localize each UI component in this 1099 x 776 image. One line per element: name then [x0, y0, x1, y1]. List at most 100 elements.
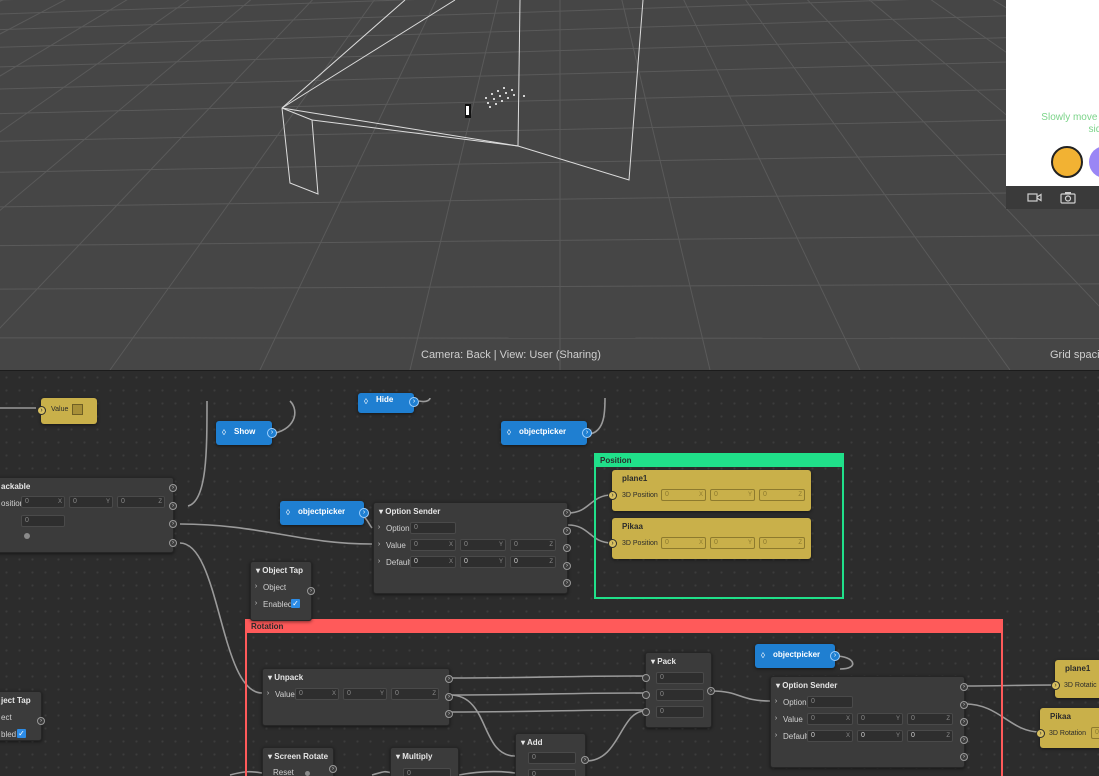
- object-tap-node[interactable]: ▾ Object Tap › Object › Enabled ✓ ›: [250, 561, 315, 621]
- plane1-rotation-port[interactable]: ›: [1051, 681, 1060, 690]
- hide-output-port[interactable]: ›: [409, 397, 419, 407]
- pack-output[interactable]: ›: [707, 687, 715, 695]
- pack-in-z[interactable]: [642, 708, 650, 716]
- enabled-checkbox[interactable]: ✓: [291, 599, 300, 608]
- option-sender-out-4[interactable]: ›: [563, 562, 571, 570]
- trackable-out-3[interactable]: ›: [169, 520, 177, 528]
- camera-capture-icon[interactable]: [1060, 191, 1076, 204]
- unpack-node[interactable]: ▾ Unpack › Value 0X 0Y 0Z › › ›: [262, 668, 453, 726]
- option-input-port[interactable]: ›: [772, 698, 780, 706]
- trackable-node[interactable]: ackable osition 0X 0Y 0Z 0 › › › ›: [0, 477, 177, 553]
- pizza-effect-icon[interactable]: [1051, 146, 1083, 178]
- objectpicker-patch-top[interactable]: ◊ objectpicker ›: [501, 421, 592, 445]
- default-z-field[interactable]: 0Z: [907, 730, 953, 742]
- plane1-z-field[interactable]: 0Z: [759, 489, 805, 501]
- option-sender-out-2[interactable]: ›: [563, 527, 571, 535]
- video-camera-icon[interactable]: [1027, 191, 1043, 204]
- unpack-out-x[interactable]: ›: [445, 675, 453, 683]
- option-sender-2-out-3[interactable]: ›: [960, 718, 968, 726]
- value-x-field[interactable]: 0X: [410, 539, 456, 551]
- unpack-out-z[interactable]: ›: [445, 710, 453, 718]
- unpack-input-port[interactable]: ›: [264, 690, 272, 698]
- objectpicker-output-port[interactable]: ›: [359, 508, 369, 518]
- objectpicker-patch-mid[interactable]: ◊ objectpicker ›: [280, 501, 369, 525]
- value-input-port[interactable]: ›: [37, 406, 46, 415]
- option-sender-2-out-2[interactable]: ›: [960, 701, 968, 709]
- pikaa-rotation-port[interactable]: ›: [1036, 729, 1045, 738]
- enabled-checkbox[interactable]: ✓: [17, 729, 26, 738]
- pikaa-rotation-node[interactable]: Pikaa › 3D Rotation 0: [1036, 708, 1099, 748]
- value-y-field[interactable]: 0Y: [460, 539, 506, 551]
- pikaa-position-node[interactable]: Pikaa › 3D Position 0X 0Y 0Z: [608, 518, 811, 559]
- trackable-out-1[interactable]: ›: [169, 484, 177, 492]
- pikaa-position-port[interactable]: ›: [608, 539, 617, 548]
- pikaa-x-field[interactable]: 0X: [661, 537, 706, 549]
- object-input-port[interactable]: ›: [252, 583, 260, 591]
- pack-x-field[interactable]: 0: [656, 672, 704, 684]
- device-preview[interactable]: Slowly move your p side to si: [1006, 0, 1099, 209]
- option-sender-2-out-1[interactable]: ›: [960, 683, 968, 691]
- pack-node[interactable]: ▾ Pack 0 0 0 ›: [642, 652, 715, 728]
- add-output[interactable]: ›: [581, 756, 589, 764]
- objectpicker-patch-rotation[interactable]: ◊ objectpicker ›: [755, 644, 840, 668]
- default-input-port[interactable]: ›: [375, 558, 383, 566]
- pack-z-field[interactable]: 0: [656, 706, 704, 718]
- option-sender-2-out-5[interactable]: ›: [960, 753, 968, 761]
- value-input-port[interactable]: ›: [772, 715, 780, 723]
- default-y-field[interactable]: 0Y: [857, 730, 903, 742]
- pack-in-y[interactable]: [642, 691, 650, 699]
- object-tap-output[interactable]: ›: [307, 587, 315, 595]
- option-sender-2-out-4[interactable]: ›: [960, 736, 968, 744]
- option-sender-out-3[interactable]: ›: [563, 544, 571, 552]
- effect-option-icon[interactable]: [1089, 146, 1099, 178]
- value-input-port[interactable]: ›: [375, 541, 383, 549]
- enabled-input-port[interactable]: ›: [252, 600, 260, 608]
- preview-screen[interactable]: Slowly move your p side to si: [1006, 0, 1099, 186]
- show-patch[interactable]: ◊ Show ›: [216, 421, 277, 445]
- show-output-port[interactable]: ›: [267, 428, 277, 438]
- plane1-y-field[interactable]: 0Y: [710, 489, 755, 501]
- objectpicker-output-port[interactable]: ›: [582, 428, 592, 438]
- trackable-out-2[interactable]: ›: [169, 502, 177, 510]
- option-field[interactable]: 0: [807, 696, 853, 708]
- value-y-field[interactable]: 0Y: [857, 713, 903, 725]
- value-z-field[interactable]: 0Z: [510, 539, 556, 551]
- option-sender-node[interactable]: ▾ Option Sender › Option 0 › Value 0X 0Y…: [373, 502, 571, 594]
- plane1-x-field[interactable]: 0X: [661, 489, 706, 501]
- value-z-field[interactable]: 0Z: [907, 713, 953, 725]
- object-tap-node-left[interactable]: ject Tap ect bled ✓ ›: [0, 691, 45, 741]
- hide-patch[interactable]: ◊ Hide ›: [358, 393, 419, 413]
- default-z-field[interactable]: 0Z: [510, 556, 556, 568]
- default-y-field[interactable]: 0Y: [460, 556, 506, 568]
- position-z-field[interactable]: 0Z: [117, 496, 165, 508]
- value-checkbox[interactable]: [72, 404, 83, 415]
- default-x-field[interactable]: 0X: [410, 556, 456, 568]
- option-sender-out-5[interactable]: ›: [563, 579, 571, 587]
- multiply-field[interactable]: 0: [403, 768, 451, 776]
- pikaa-z-field[interactable]: 0Z: [759, 537, 805, 549]
- screen-rotate-node[interactable]: ▾ Screen Rotate Reset ›: [262, 747, 337, 776]
- add-node[interactable]: ▾ Add 0 0 ›: [515, 733, 589, 776]
- objectpicker-output-port[interactable]: ›: [830, 651, 840, 661]
- option-sender-out-1[interactable]: ›: [563, 509, 571, 517]
- default-x-field[interactable]: 0X: [807, 730, 853, 742]
- plane1-rotation-node[interactable]: plane1 › 3D Rotatic: [1051, 660, 1099, 698]
- position-y-field[interactable]: 0Y: [69, 496, 113, 508]
- add-a-field[interactable]: 0: [528, 752, 576, 764]
- trackable-toggle[interactable]: [24, 533, 30, 539]
- pikaa-y-field[interactable]: 0Y: [710, 537, 755, 549]
- value-node[interactable]: › Value: [37, 398, 97, 424]
- screen-rotate-output[interactable]: ›: [329, 765, 337, 773]
- pikaa-rotation-x-field[interactable]: 0: [1091, 727, 1099, 739]
- default-input-port[interactable]: ›: [772, 732, 780, 740]
- reset-toggle[interactable]: [305, 771, 310, 776]
- value-x-field[interactable]: 0X: [807, 713, 853, 725]
- trackable-value-field[interactable]: 0: [21, 515, 65, 527]
- add-b-field[interactable]: 0: [528, 769, 576, 776]
- unpack-x-field[interactable]: 0X: [295, 688, 339, 700]
- unpack-z-field[interactable]: 0Z: [391, 688, 439, 700]
- patch-editor[interactable]: Position Rotation › Value ◊ Show › ◊ Hid…: [0, 370, 1099, 776]
- option-input-port[interactable]: ›: [375, 524, 383, 532]
- pack-y-field[interactable]: 0: [656, 689, 704, 701]
- position-x-field[interactable]: 0X: [21, 496, 65, 508]
